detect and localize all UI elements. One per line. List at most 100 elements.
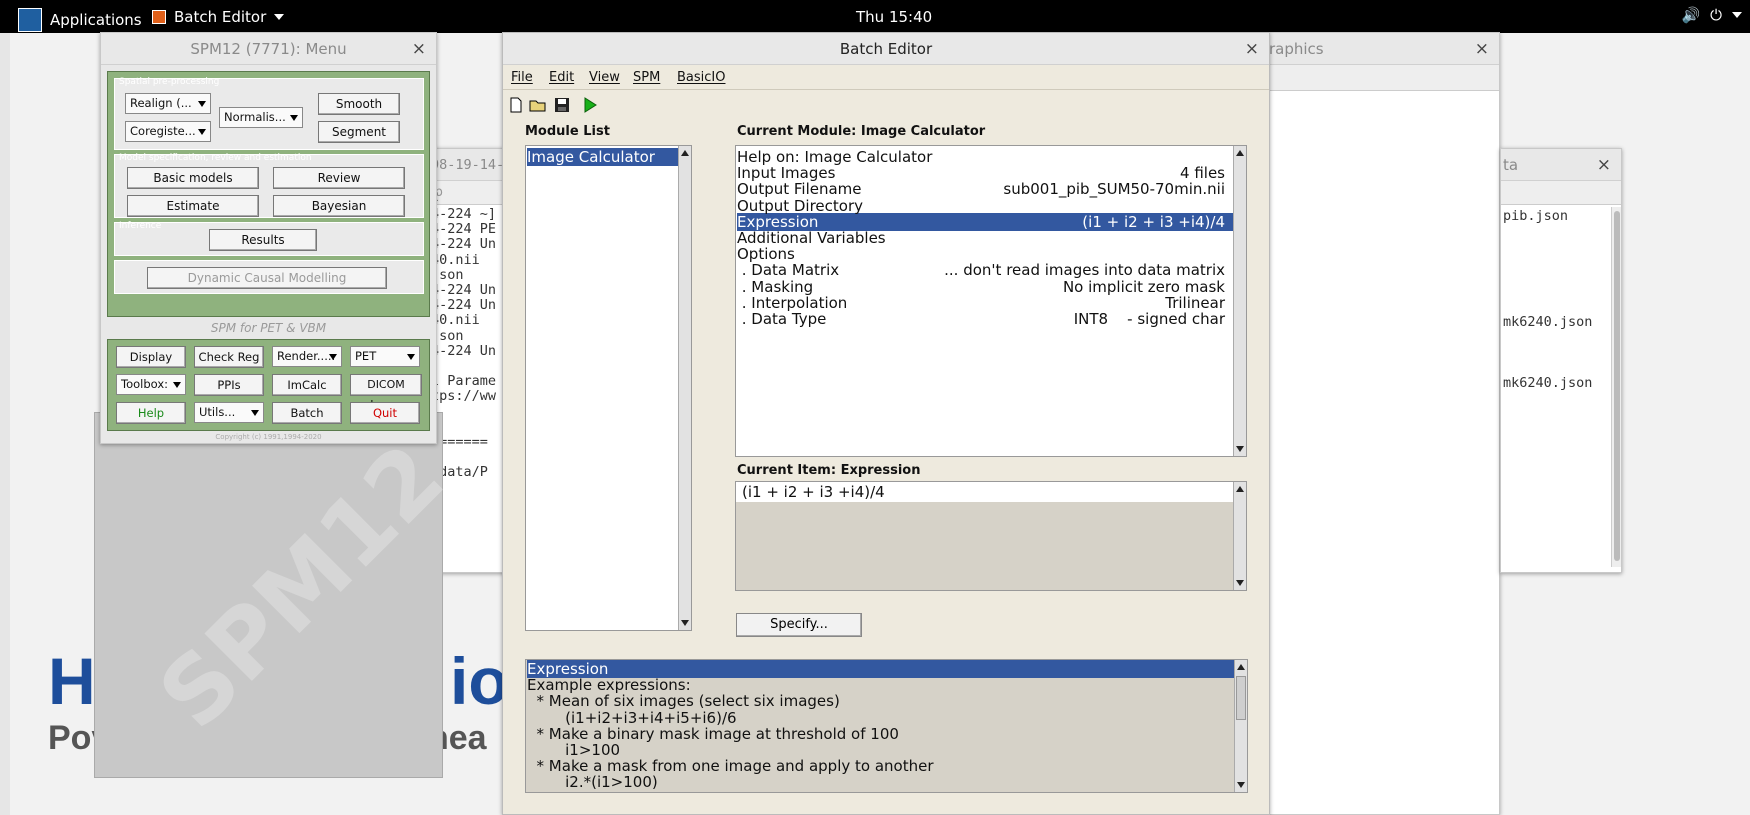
dicom-import-button[interactable]: DICOM Imp... [350, 374, 422, 411]
batch-editor-window[interactable]: Batch Editor × File Edit View SPM BasicI… [502, 32, 1270, 815]
save-icon[interactable] [553, 97, 571, 113]
terminal-line: l Parame [431, 373, 497, 390]
module-row[interactable]: Output Filename sub001_pib_SUM50-70min.ni… [737, 180, 1233, 198]
module-row[interactable]: Expression (i1 + i2 + i3 +i4)/4 [737, 212, 1233, 231]
specify-button[interactable]: Specify... [736, 613, 862, 637]
current-module-scrollbar[interactable] [1233, 146, 1246, 456]
coregister-select[interactable]: Coregiste... [125, 121, 211, 142]
close-icon[interactable]: × [1597, 149, 1611, 181]
scroll-down-icon[interactable] [1236, 446, 1244, 452]
help-scroll-thumb[interactable] [1236, 676, 1246, 720]
estimate-button[interactable]: Estimate [127, 195, 259, 217]
scroll-up-icon[interactable] [1237, 664, 1245, 670]
ppis-button[interactable]: PPIs [194, 374, 264, 396]
spm-menu-titlebar[interactable]: SPM12 (7771): Menu × [101, 33, 436, 65]
applications-menu[interactable]: Applications [18, 8, 142, 32]
close-icon[interactable]: × [412, 33, 426, 65]
menu-file[interactable]: File [511, 70, 533, 85]
data-scrollbar[interactable] [1611, 207, 1621, 567]
open-folder-icon[interactable] [529, 97, 547, 113]
menu-basicio[interactable]: BasicIO [677, 70, 725, 85]
active-app-menu[interactable]: Batch Editor [152, 8, 285, 26]
data-titlebar[interactable]: ta × [1501, 149, 1621, 181]
dcm-button[interactable]: Dynamic Causal Modelling [147, 267, 387, 289]
imcalc-button[interactable]: ImCalc [272, 374, 342, 396]
realign-select[interactable]: Realign (... [125, 93, 211, 114]
module-row-value: (i1 + i2 + i3 +i4)/4 [1082, 212, 1225, 231]
current-item-scrollbar[interactable] [1233, 482, 1246, 590]
scroll-up-icon[interactable] [1236, 150, 1244, 156]
run-icon[interactable] [581, 97, 599, 113]
current-item-label: Current Item: Expression [737, 463, 921, 478]
review-button[interactable]: Review [273, 167, 405, 189]
modality-select[interactable]: PET [350, 346, 420, 367]
volume-icon[interactable]: 🔊 [1681, 6, 1700, 24]
module-row-label: . Masking [737, 277, 814, 296]
terminal-line: json [431, 327, 464, 344]
basic-models-button[interactable]: Basic models [127, 167, 259, 189]
batch-editor-titlebar[interactable]: Batch Editor × [503, 33, 1269, 65]
current-item-value[interactable]: (i1 + i2 + i3 +i4)/4 [742, 483, 885, 501]
module-row[interactable]: . Data Matrix ... don't read images into … [737, 261, 1233, 279]
results-button[interactable]: Results [209, 229, 317, 251]
scroll-up-icon[interactable] [681, 150, 689, 156]
scroll-down-icon[interactable] [681, 620, 689, 626]
toolbox-label: Toolbox: [121, 377, 168, 391]
json-data-window[interactable]: ta × pib.json mk6240.json mk6240.json [1500, 148, 1622, 573]
graphics-window[interactable]: raphics × [1238, 32, 1500, 815]
applications-label: Applications [50, 11, 142, 29]
smooth-button[interactable]: Smooth [318, 93, 400, 115]
normalise-select[interactable]: Normalis... [219, 107, 303, 128]
spm-menu-window[interactable]: SPM12 (7771): Menu × Spatial pre-process… [100, 32, 437, 444]
batch-button[interactable]: Batch [272, 402, 342, 424]
menu-edit[interactable]: Edit [549, 70, 574, 85]
current-item-box[interactable]: (i1 + i2 + i3 +i4)/4 [735, 481, 1247, 591]
current-module-list[interactable]: . Data Type INT8 - signed char . Interpol… [735, 145, 1247, 457]
data-file-item [1503, 331, 1621, 346]
module-list[interactable]: Image Calculator [525, 145, 692, 631]
help-scrollbar[interactable] [1234, 660, 1247, 792]
module-row[interactable]: Options [737, 245, 1233, 263]
chevron-down-icon[interactable] [1732, 12, 1742, 18]
help-text-box[interactable]: i2.*(i1>100) * Make a mask from one imag… [525, 659, 1248, 793]
segment-button[interactable]: Segment [318, 121, 400, 143]
terminal-titlebar[interactable]: 98-19-14-2 [429, 149, 508, 205]
module-row[interactable]: . Data Type INT8 - signed char [737, 310, 1233, 328]
close-icon[interactable]: × [1475, 33, 1489, 65]
module-row[interactable]: Input Images 4 files [737, 164, 1233, 182]
power-icon[interactable]: ⏻ [1710, 6, 1722, 24]
module-row-label: Output Filename [737, 180, 862, 199]
toolbox-select[interactable]: Toolbox: [116, 374, 186, 395]
clock[interactable]: Thu 15:40 [856, 8, 932, 26]
check-reg-button[interactable]: Check Reg [194, 346, 264, 368]
bayesian-button[interactable]: Bayesian [273, 195, 405, 217]
new-file-icon[interactable] [507, 97, 525, 113]
coregister-label: Coregiste... [130, 124, 196, 138]
display-button[interactable]: Display [116, 346, 186, 368]
module-row[interactable]: . Masking No implicit zero mask [737, 278, 1233, 296]
module-row[interactable]: . Interpolation Trilinear [737, 294, 1233, 312]
help-button[interactable]: Help [116, 402, 186, 424]
scroll-down-icon[interactable] [1237, 782, 1245, 788]
system-tray[interactable]: 🔊 ⏻ [1681, 6, 1742, 24]
terminal-line: json [431, 266, 464, 283]
help-line: * Make a mask from one image and apply t… [527, 757, 934, 776]
module-row[interactable]: Output Directory [737, 197, 1233, 215]
render-select[interactable]: Render..... [272, 346, 342, 367]
module-list-scrollbar[interactable] [678, 146, 691, 630]
scroll-down-icon[interactable] [1236, 580, 1244, 586]
utils-select[interactable]: Utils... [194, 402, 264, 423]
chevron-down-icon [407, 354, 415, 360]
module-row[interactable]: Additional Variables [737, 229, 1233, 247]
menu-spm[interactable]: SPM [633, 70, 660, 85]
module-row[interactable]: Help on: Image Calculator [737, 148, 1233, 166]
menu-view[interactable]: View [589, 70, 620, 85]
module-item-image-calculator[interactable]: Image Calculator [527, 148, 679, 166]
spatial-box: Spatial pre-processing Realign (... Core… [114, 77, 424, 150]
scroll-up-icon[interactable] [1236, 486, 1244, 492]
graphics-titlebar[interactable]: raphics × [1239, 33, 1499, 65]
quit-button[interactable]: Quit [350, 402, 420, 424]
help-line: i2.*(i1>100) [527, 773, 658, 792]
close-icon[interactable]: × [1245, 33, 1259, 65]
